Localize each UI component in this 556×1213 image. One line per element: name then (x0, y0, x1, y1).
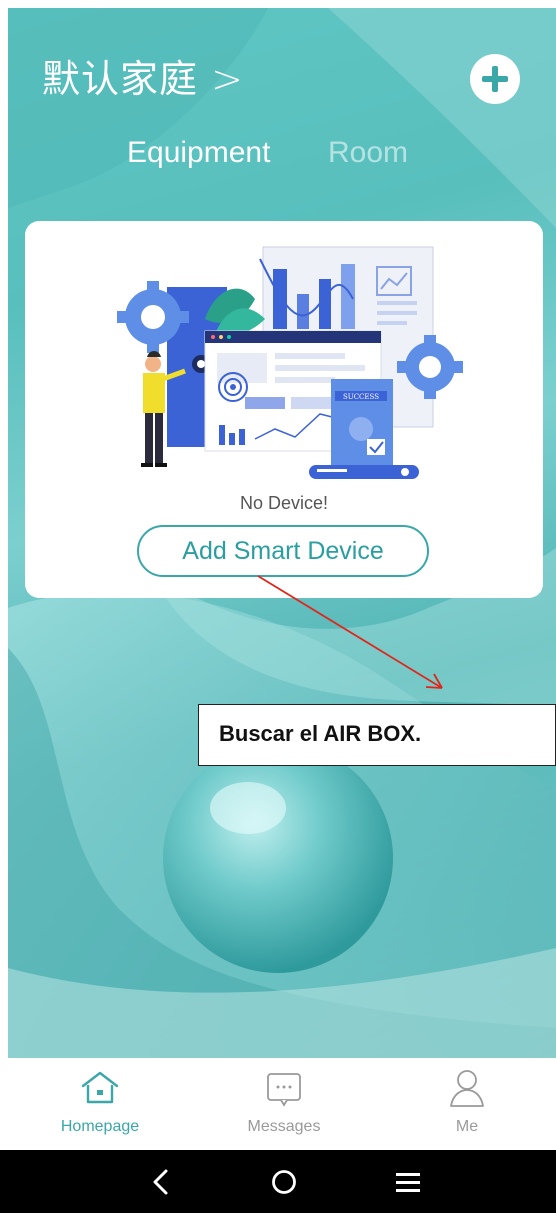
menu-icon (396, 1173, 420, 1192)
no-device-illustration: SUCCESS (117, 246, 463, 479)
home-icon (81, 1071, 119, 1104)
tab-equipment[interactable]: Equipment (127, 136, 270, 170)
plus-icon (482, 66, 508, 92)
nav-label-messages: Messages (247, 1118, 321, 1135)
nav-homepage[interactable]: Homepage (30, 1058, 170, 1150)
system-home-button[interactable] (266, 1164, 302, 1200)
system-menu-button[interactable] (390, 1164, 426, 1200)
system-navigation-bar (0, 1150, 556, 1213)
nav-messages[interactable]: Messages (214, 1058, 354, 1150)
tab-room[interactable]: Room (328, 136, 408, 170)
message-icon (267, 1073, 301, 1107)
success-badge: SUCCESS (343, 393, 379, 401)
home-circle-icon (272, 1170, 296, 1194)
empty-state-text: No Device! (239, 493, 329, 513)
user-icon (450, 1070, 484, 1107)
annotation-note: Buscar el AIR BOX. (198, 704, 556, 766)
bottom-navigation: Homepage Messages Me (0, 1058, 556, 1150)
nav-me[interactable]: Me (397, 1058, 537, 1150)
add-button[interactable] (470, 54, 520, 104)
annotation-arrow (257, 575, 443, 689)
back-chevron-icon (153, 1169, 168, 1195)
nav-label-me: Me (455, 1118, 479, 1135)
home-selector[interactable]: 默认家庭 > (42, 48, 244, 103)
nav-label-homepage: Homepage (60, 1118, 140, 1135)
empty-devices-card: SUCCESS No Device! Add Smart Device (25, 221, 543, 598)
app-screen: 默认家庭 > Equipment Room SUCCESS No Device!… (0, 0, 556, 1213)
system-back-button[interactable] (144, 1164, 180, 1200)
